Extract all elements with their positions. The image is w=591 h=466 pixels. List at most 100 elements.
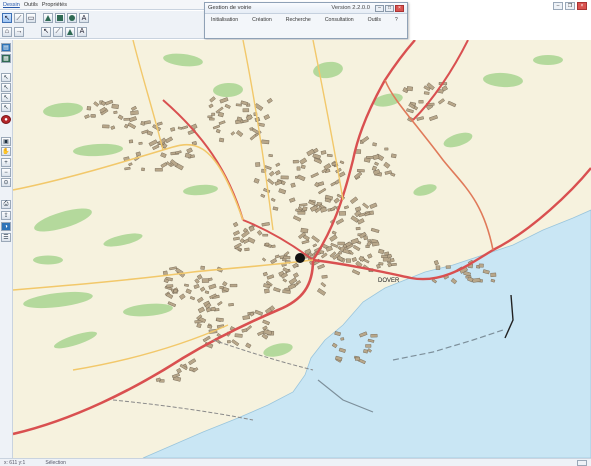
house-shape-tool[interactable]	[43, 13, 53, 23]
menu-outils-app[interactable]: Outils	[368, 17, 381, 23]
edit-layer-icon[interactable]: ▦	[1, 54, 11, 63]
select-arrow-tool[interactable]: ↖	[2, 13, 12, 23]
building-block	[423, 91, 430, 95]
building-block	[261, 139, 270, 145]
minimize-icon[interactable]: –	[553, 2, 563, 10]
building-block	[418, 100, 424, 104]
layer-icon[interactable]: ▤	[1, 43, 11, 52]
building-block	[264, 288, 270, 294]
status-coordinates: x: 611 y:1	[4, 459, 26, 466]
building-block	[337, 241, 345, 246]
building-block	[302, 206, 308, 212]
menu-dessin[interactable]: Dessin	[3, 2, 20, 8]
building-block	[141, 167, 145, 172]
circle-shape-tool[interactable]	[67, 13, 77, 23]
node-edit-tool[interactable]: ⌂	[2, 26, 12, 37]
building-block	[435, 265, 441, 270]
label-tool[interactable]: A	[77, 26, 87, 37]
restore-icon[interactable]: ❐	[565, 2, 575, 10]
text-tool[interactable]: A	[79, 13, 89, 23]
drawing-toolbar-row-1: ↖ ⟋ ▭ A	[0, 11, 205, 25]
building-block	[242, 108, 250, 113]
fill-tool[interactable]	[65, 26, 75, 37]
stop-icon[interactable]: ●	[1, 115, 11, 124]
polyline-tool[interactable]: ⟋	[53, 26, 63, 37]
menu-outils[interactable]: Outils	[24, 2, 38, 8]
building-block	[196, 322, 202, 329]
palette-menubar: Dessin Outils Propriétés	[0, 0, 205, 10]
building-block	[249, 127, 254, 131]
building-block	[378, 262, 384, 266]
building-block	[265, 242, 270, 247]
export-icon[interactable]: ⇪	[1, 211, 11, 220]
map-view-icon[interactable]: ▣	[1, 137, 11, 146]
legend-icon[interactable]: ☰	[1, 233, 11, 242]
move-tool[interactable]: →	[14, 26, 24, 37]
pointer-tool[interactable]: ↖	[41, 26, 51, 37]
building-block	[211, 112, 216, 116]
building-block	[86, 106, 92, 111]
color-picker-icon[interactable]: ◑	[1, 222, 11, 231]
building-block	[262, 233, 269, 237]
menu-initialisation[interactable]: Initialisation	[211, 17, 238, 23]
building-block	[228, 302, 234, 307]
building-block	[218, 137, 225, 143]
building-block	[138, 141, 143, 145]
app-menubar: Initialisation Création Recherche Consul…	[205, 14, 407, 23]
building-block	[154, 168, 163, 172]
building-block	[210, 306, 216, 312]
green-patch	[33, 255, 63, 265]
close-icon[interactable]: ×	[577, 2, 587, 10]
print-icon[interactable]: ⎙	[1, 200, 11, 209]
window-titlebar[interactable]: Gestion de voirie Version 2.2.0.0 – □ ×	[205, 3, 407, 14]
line-tool[interactable]: ⟋	[14, 13, 24, 23]
building-block	[123, 117, 130, 121]
building-block	[490, 272, 497, 278]
menu-consultation[interactable]: Consultation	[325, 17, 354, 23]
building-block	[297, 210, 306, 215]
building-block	[354, 356, 361, 361]
window-title: Gestion de voirie	[208, 5, 252, 11]
building-block	[90, 114, 96, 118]
square-shape-tool[interactable]	[55, 13, 65, 23]
measure-pointer-icon[interactable]: ↖	[1, 93, 11, 102]
building-block	[384, 147, 389, 151]
building-block	[340, 337, 345, 341]
building-block	[235, 103, 242, 107]
menu-help[interactable]: ?	[395, 17, 398, 23]
menu-creation[interactable]: Création	[252, 17, 272, 23]
page-icon[interactable]: ▭	[26, 13, 36, 23]
zoom-in-icon[interactable]: +	[1, 158, 11, 167]
drawing-toolbar-row-2: ⌂ → ↖ ⟋ A	[0, 25, 205, 39]
select-arrow-icon[interactable]: ↖	[1, 73, 11, 82]
place-label-dover: DOVER	[378, 278, 400, 284]
building-block	[472, 277, 481, 283]
zoom-out-icon[interactable]: −	[1, 168, 11, 177]
minimize-icon[interactable]: –	[375, 4, 384, 12]
status-indicator	[577, 459, 587, 466]
status-bar: x: 611 y:1 Sélection	[0, 458, 591, 466]
building-block	[234, 333, 243, 338]
maximize-icon[interactable]: □	[385, 4, 394, 12]
building-block	[390, 153, 397, 159]
map-canvas[interactable]: DOVER	[13, 40, 591, 458]
building-block	[102, 124, 110, 129]
building-block	[111, 103, 119, 110]
building-block	[216, 317, 224, 322]
menu-recherche[interactable]: Recherche	[286, 17, 311, 23]
building-block	[300, 164, 306, 169]
building-block	[229, 283, 238, 288]
zoom-extent-icon[interactable]: ⊙	[1, 178, 11, 187]
menu-proprietes[interactable]: Propriétés	[42, 2, 67, 8]
building-block	[321, 274, 328, 279]
map-svg: DOVER	[13, 40, 591, 458]
pan-hand-icon[interactable]: ✋	[1, 147, 11, 156]
info-pointer-icon[interactable]: ↖	[1, 83, 11, 92]
building-block	[268, 154, 273, 158]
building-block	[296, 166, 301, 171]
query-pointer-icon[interactable]: ↖	[1, 103, 11, 112]
close-icon[interactable]: ×	[395, 4, 404, 12]
building-block	[271, 244, 276, 248]
building-block	[445, 265, 451, 269]
building-block	[244, 247, 250, 252]
